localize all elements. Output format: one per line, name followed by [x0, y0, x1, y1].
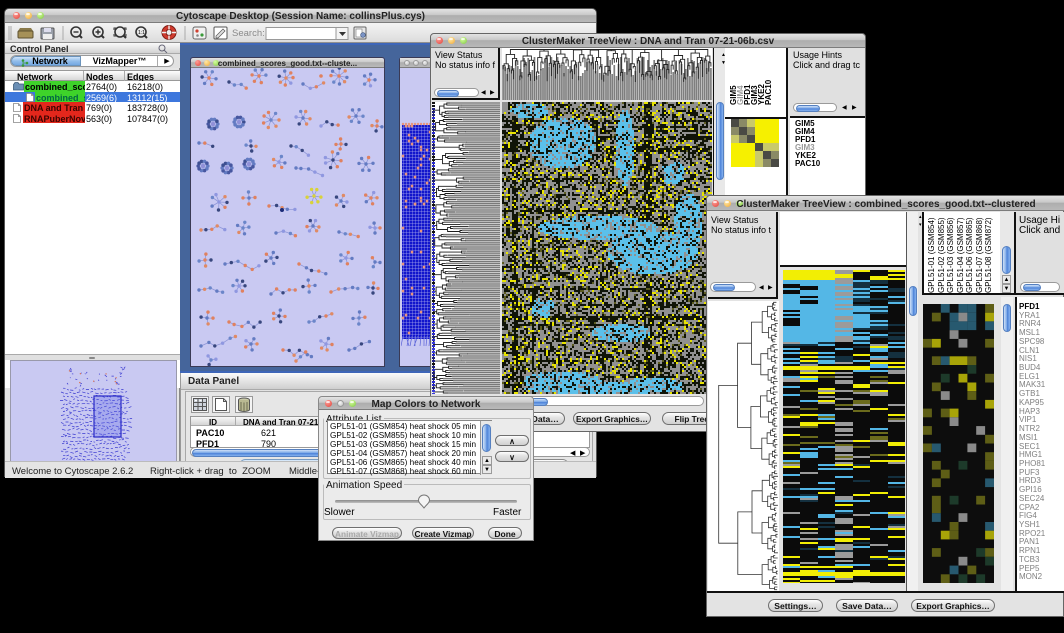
svg-text:1:1: 1:1 — [138, 30, 145, 36]
svg-text:Search:: Search: — [232, 28, 265, 39]
